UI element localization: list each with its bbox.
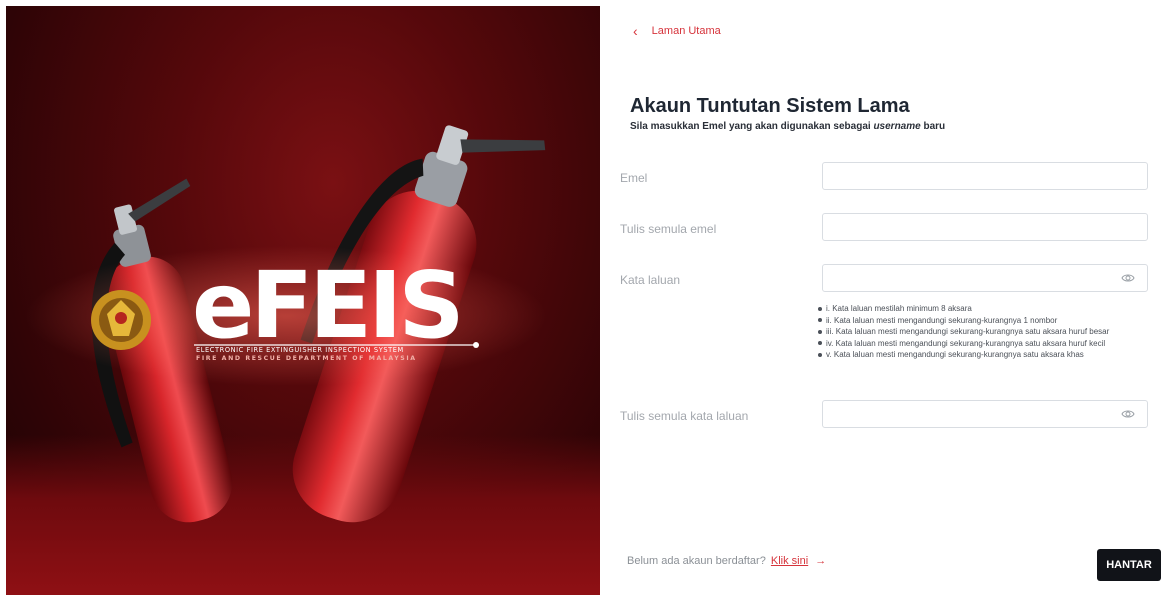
fire-extinguisher-illustration: eFEIS ELECTRONIC FIRE EXTINGUISHER INSPE… — [26, 125, 546, 523]
arrow-right-icon[interactable]: → — [815, 555, 826, 567]
logo-tagline-2: FIRE AND RESCUE DEPARTMENT OF MALAYSIA — [196, 355, 417, 362]
password-field-wrapper — [822, 264, 1148, 292]
confirm-email-field-wrapper — [822, 213, 1148, 241]
form-panel: ‹ Laman Utama Akaun Tuntutan Sistem Lama… — [600, 0, 1168, 595]
password-label: Kata laluan — [620, 273, 681, 287]
logo-tagline-1: ELECTRONIC FIRE EXTINGUISHER INSPECTION … — [196, 346, 404, 354]
confirm-password-field-wrapper — [822, 400, 1148, 428]
list-item: ii. Kata laluan mesti mengandungi sekura… — [818, 315, 1109, 327]
email-label: Emel — [620, 171, 648, 185]
list-item: i. Kata laluan mestilah minimum 8 aksara — [818, 303, 1109, 315]
confirm-password-label: Tulis semula kata laluan — [620, 409, 749, 423]
list-item: iii. Kata laluan mesti mengandungi sekur… — [818, 326, 1109, 338]
list-item: iv. Kata laluan mesti mengandungi sekura… — [818, 338, 1109, 350]
email-field[interactable] — [823, 163, 1147, 189]
hero-image: eFEIS ELECTRONIC FIRE EXTINGUISHER INSPE… — [6, 6, 600, 595]
email-field-wrapper — [822, 162, 1148, 190]
back-link-label: Laman Utama — [651, 25, 721, 37]
confirm-password-field[interactable] — [823, 401, 1147, 427]
password-rules-list: i. Kata laluan mestilah minimum 8 aksara… — [818, 303, 1109, 361]
confirm-email-label: Tulis semula emel — [620, 222, 717, 236]
page-title: Akaun Tuntutan Sistem Lama — [630, 95, 910, 117]
back-link[interactable]: ‹ Laman Utama — [633, 24, 721, 38]
submit-button[interactable]: HANTAR — [1097, 549, 1161, 581]
efeis-logo: eFEIS — [192, 252, 461, 359]
confirm-email-field[interactable] — [823, 214, 1147, 240]
bomba-emblem — [91, 290, 151, 350]
eye-icon[interactable] — [1121, 272, 1135, 284]
chevron-left-icon: ‹ — [633, 23, 638, 39]
password-field[interactable] — [823, 265, 1147, 291]
register-link[interactable]: Klik sini — [771, 555, 808, 567]
eye-icon[interactable] — [1121, 408, 1135, 420]
register-prompt: Belum ada akaun berdaftar? Klik sini → — [627, 555, 827, 567]
list-item: v. Kata laluan mesti mengandungi sekuran… — [818, 349, 1109, 361]
page-subtitle: Sila masukkan Emel yang akan digunakan s… — [630, 121, 946, 132]
